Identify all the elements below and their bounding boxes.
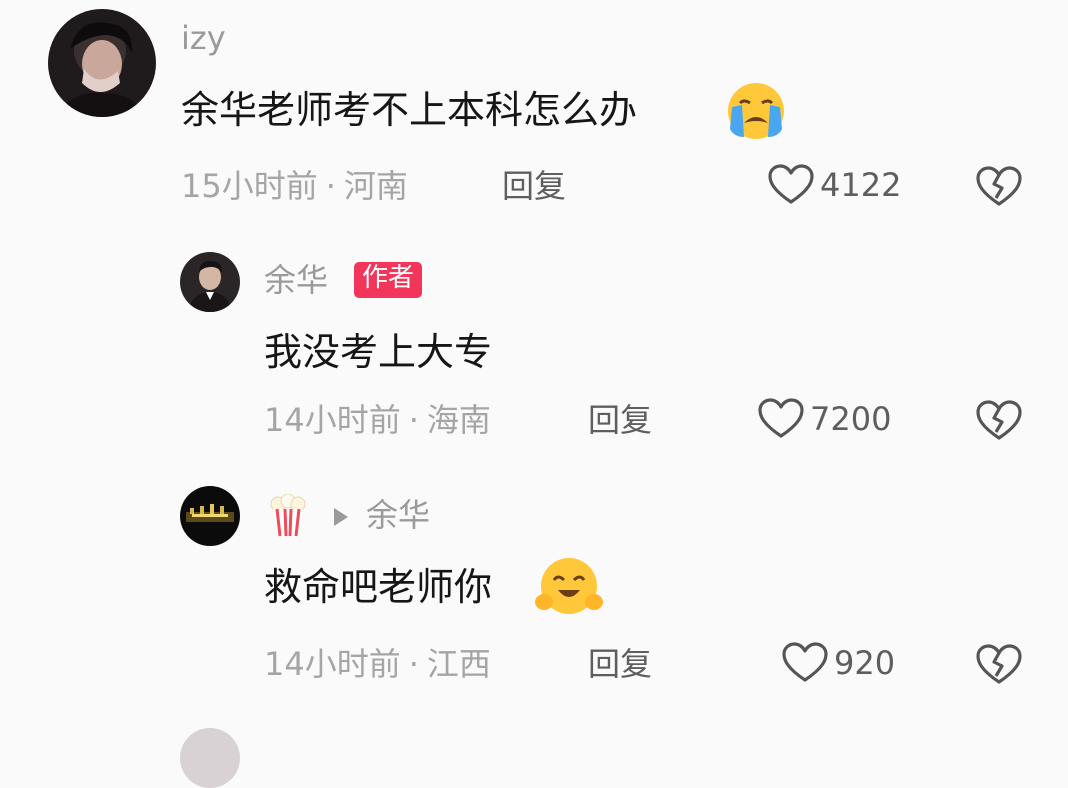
- heart-icon: [758, 398, 804, 438]
- comment-meta: 14小时前 · 海南: [264, 401, 491, 439]
- loudly-crying-face-icon: [722, 75, 790, 147]
- comment-time: 14小时前: [264, 401, 401, 439]
- comment-text-content: 救命吧老师你: [264, 565, 493, 609]
- broken-heart-icon: [976, 644, 1022, 684]
- next-reply-avatar[interactable]: [180, 728, 240, 788]
- reply-button[interactable]: 回复: [588, 404, 652, 436]
- comment-location: 河南: [343, 167, 408, 205]
- dislike-button[interactable]: [976, 644, 1022, 690]
- comment-time: 15小时前: [181, 167, 318, 205]
- like-count: 4122: [820, 166, 902, 204]
- hugging-face-icon: [534, 552, 604, 624]
- like-button[interactable]: 4122: [768, 164, 901, 206]
- broken-heart-icon: [976, 400, 1022, 440]
- avatar[interactable]: [180, 486, 240, 546]
- username[interactable]: izy: [181, 22, 226, 54]
- username[interactable]: 余华: [264, 264, 328, 296]
- like-count: 920: [834, 644, 896, 682]
- like-button[interactable]: 7200: [758, 398, 891, 440]
- comment-meta: 15小时前 · 河南: [181, 167, 408, 205]
- broken-heart-icon: [976, 166, 1022, 206]
- comment-text: 余华老师考不上本科怎么办: [181, 91, 637, 129]
- comment-text: 我没考上大专: [264, 330, 493, 374]
- popcorn-icon: [268, 493, 308, 542]
- comment-location: 海南: [426, 401, 491, 439]
- comment-text-content: 余华老师考不上本科怎么办: [181, 88, 638, 132]
- author-badge: 作者: [354, 262, 423, 298]
- heart-icon: [768, 164, 814, 204]
- heart-icon: [782, 642, 828, 682]
- comment-time: 14小时前: [264, 645, 401, 683]
- like-button[interactable]: 920: [782, 642, 895, 684]
- dislike-button[interactable]: [976, 400, 1022, 446]
- comment-text: 救命吧老师你: [264, 568, 492, 606]
- reply-to-username[interactable]: 余华: [366, 499, 430, 531]
- reply-button[interactable]: 回复: [502, 170, 566, 202]
- avatar[interactable]: [48, 9, 156, 117]
- comment-meta: 14小时前 · 江西: [264, 645, 491, 683]
- dislike-button[interactable]: [976, 166, 1022, 212]
- avatar[interactable]: [180, 252, 240, 312]
- like-count: 7200: [810, 400, 892, 438]
- reply-button[interactable]: 回复: [588, 648, 652, 680]
- reply-arrow-icon: [334, 508, 348, 526]
- comment-location: 江西: [426, 645, 491, 683]
